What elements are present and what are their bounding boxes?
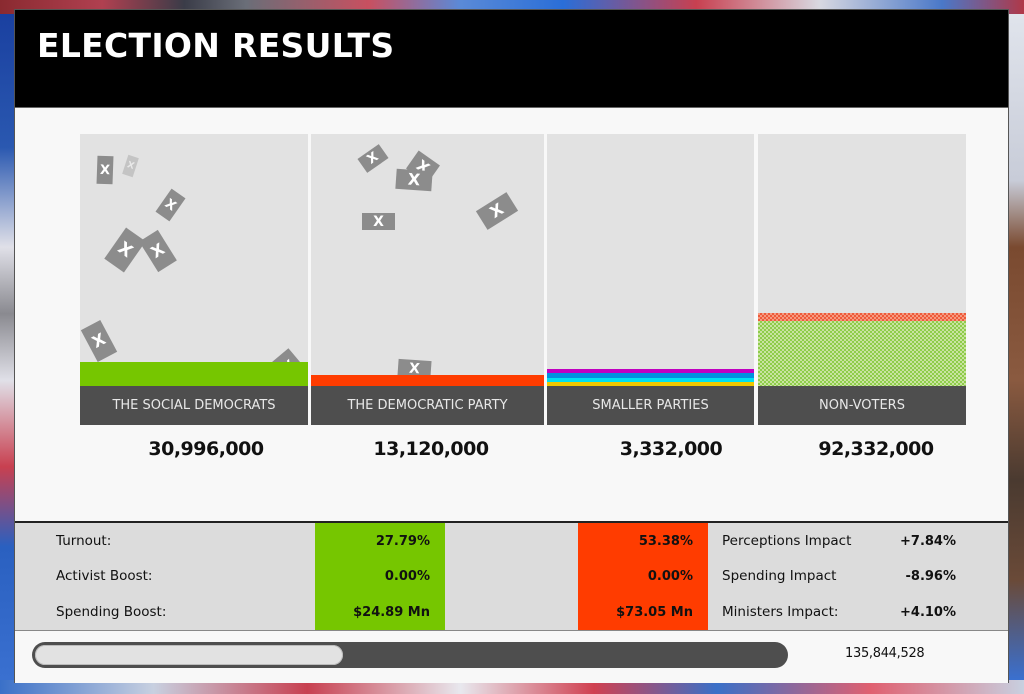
- party2-turnout: 53.38%: [638, 534, 693, 549]
- party-column-non-voters: NON-VOTERS: [758, 134, 966, 425]
- party2-activist-boost: 0.00%: [647, 569, 693, 584]
- election-results-window: ELECTION RESULTS X X X X X X X THE SOCIA…: [15, 10, 1008, 683]
- ministers-impact-label: Ministers Impact:: [722, 604, 839, 620]
- ballot-mark-icon: X: [162, 195, 179, 215]
- smaller-party-stripe: [547, 373, 754, 378]
- smaller-party-stripe: [547, 378, 754, 382]
- vote-count-progress-bar: [32, 642, 788, 668]
- ballot-mark-icon: X: [407, 169, 421, 190]
- stats-panel: Turnout: Activist Boost: Spending Boost:…: [15, 521, 1008, 631]
- spending-impact-label: Spending Impact: [722, 568, 837, 584]
- ballot-mark-icon: X: [88, 329, 109, 352]
- party-column-democratic-party: X X X X X X THE DEMOCRATIC PARTY: [311, 134, 544, 425]
- party1-spending-boost: $24.89 Mn: [353, 605, 430, 620]
- title-bar: ELECTION RESULTS: [15, 10, 1008, 107]
- party-total-smaller-parties: 3,332,000: [619, 438, 723, 460]
- ballot-mark-icon: X: [373, 213, 384, 230]
- ballot-mark-icon: X: [147, 239, 169, 262]
- window-title: ELECTION RESULTS: [37, 26, 395, 65]
- ballot-paper: X: [139, 229, 177, 273]
- party-column-smaller-parties: SMALLER PARTIES: [547, 134, 754, 425]
- perceptions-impact-value: +7.84%: [900, 534, 956, 549]
- spending-impact-value: -8.96%: [905, 569, 957, 584]
- votes-counted: 135,844,528: [845, 646, 925, 661]
- party-label: SMALLER PARTIES: [547, 386, 754, 425]
- ballot-mark-icon: X: [364, 149, 382, 168]
- ballot-mark-icon: X: [486, 199, 508, 222]
- ballot-mark-icon: X: [114, 237, 137, 262]
- ballot-paper: X: [475, 192, 519, 230]
- party-label: THE SOCIAL DEMOCRATS: [80, 386, 308, 425]
- activist-boost-label: Activist Boost:: [56, 568, 153, 584]
- ballot-paper: X: [104, 227, 146, 273]
- party-total-democratic-party: 13,120,000: [373, 438, 489, 460]
- ballot-mark-icon: X: [408, 360, 421, 377]
- vote-bar-democratic-party: [311, 375, 544, 386]
- background-right-character: [1008, 14, 1024, 680]
- title-separator: [15, 107, 1008, 108]
- ballot-paper: X: [80, 319, 118, 363]
- ballot-mark-icon: X: [99, 162, 111, 178]
- party2-stats-block: 53.38% 0.00% $73.05 Mn: [578, 523, 708, 630]
- smaller-party-stripe: [547, 369, 754, 373]
- ballot-mark-icon: X: [125, 159, 136, 172]
- vote-bar-social-democrats: [80, 362, 308, 386]
- party2-spending-boost: $73.05 Mn: [616, 605, 693, 620]
- perceptions-impact-label: Perceptions Impact: [722, 533, 852, 549]
- party-total-social-democrats: 30,996,000: [148, 438, 264, 460]
- ministers-impact-value: +4.10%: [900, 605, 956, 620]
- party-label: THE DEMOCRATIC PARTY: [311, 386, 544, 425]
- ballot-paper: X: [362, 213, 395, 230]
- progress-fill: [35, 645, 343, 665]
- ballot-paper: X: [122, 154, 139, 178]
- party1-turnout: 27.79%: [375, 534, 430, 549]
- non-voters-bar: [758, 321, 966, 386]
- party1-stats-block: 27.79% 0.00% $24.89 Mn: [315, 523, 445, 630]
- ballot-paper: X: [155, 188, 186, 222]
- party-total-non-voters: 92,332,000: [818, 438, 934, 460]
- party-column-social-democrats: X X X X X X X THE SOCIAL DEMOCRATS: [80, 134, 308, 425]
- party1-activist-boost: 0.00%: [384, 569, 430, 584]
- turnout-label: Turnout:: [56, 533, 112, 549]
- ballot-paper: X: [395, 168, 433, 192]
- spending-boost-label: Spending Boost:: [56, 604, 167, 620]
- non-voters-bar-top: [758, 313, 966, 321]
- background-left: [0, 14, 16, 680]
- party-label: NON-VOTERS: [758, 386, 966, 425]
- ballot-paper: X: [357, 144, 389, 173]
- ballot-paper: X: [96, 155, 114, 185]
- footer: 135,844,528: [15, 630, 1008, 683]
